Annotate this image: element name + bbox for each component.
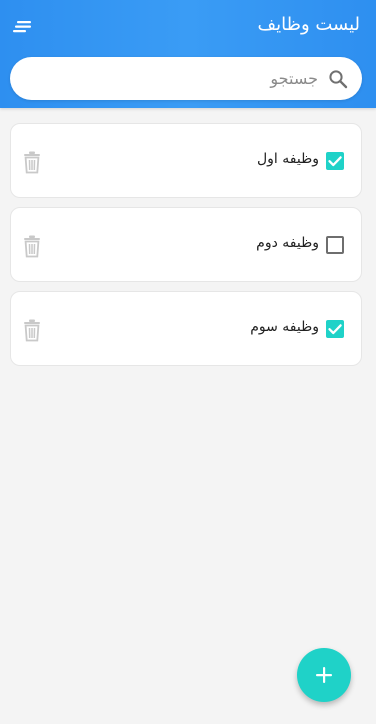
search-input[interactable] xyxy=(28,57,318,100)
checkmark-icon xyxy=(328,156,342,167)
delete-button[interactable] xyxy=(23,150,41,174)
task-checkbox[interactable] xyxy=(326,320,344,338)
search-icon xyxy=(329,70,348,89)
app-header: لیست وظایف xyxy=(0,0,376,108)
trash-icon xyxy=(24,235,40,258)
task-checkbox[interactable] xyxy=(326,152,344,170)
search-bar xyxy=(10,57,362,100)
task-checkbox[interactable] xyxy=(326,236,344,254)
menu-button[interactable] xyxy=(12,18,34,36)
task-label: وظیفه اول xyxy=(257,151,319,167)
trash-icon xyxy=(24,319,40,342)
task-card: وظیفه سوم xyxy=(10,291,362,366)
task-card: وظیفه اول xyxy=(10,123,362,198)
delete-button[interactable] xyxy=(23,234,41,258)
delete-button[interactable] xyxy=(23,318,41,342)
task-list: وظیفه اول وظیفه دوم وظیفه سوم xyxy=(10,123,362,375)
task-label: وظیفه سوم xyxy=(250,319,319,335)
task-label: وظیفه دوم xyxy=(256,235,319,251)
page-title: لیست وظایف xyxy=(257,14,360,35)
sort-menu-icon xyxy=(13,21,31,33)
add-task-button[interactable] xyxy=(297,648,351,702)
plus-icon xyxy=(316,667,332,683)
task-card: وظیفه دوم xyxy=(10,207,362,282)
checkmark-icon xyxy=(328,324,342,335)
trash-icon xyxy=(24,151,40,174)
